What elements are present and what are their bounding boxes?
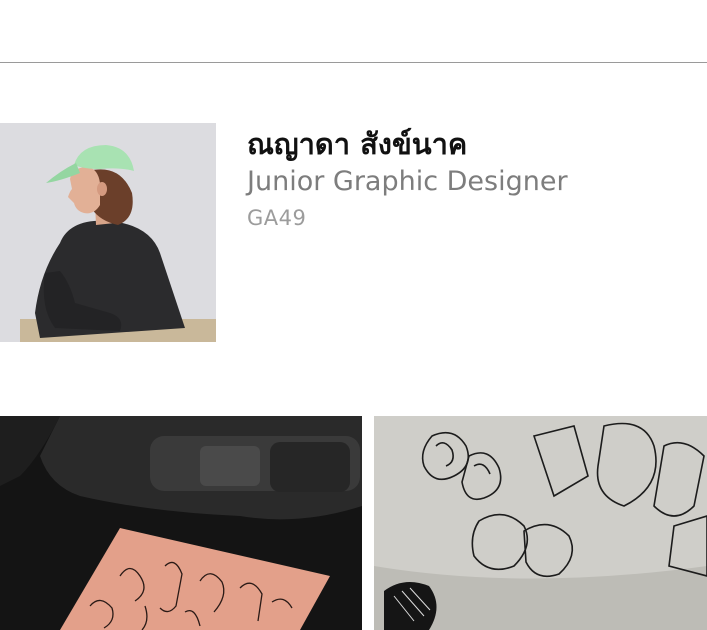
portrait-photo <box>0 123 216 342</box>
designer-name: ณญาดา สังข์นาค <box>247 127 468 161</box>
divider-line <box>0 62 707 63</box>
designer-code: GA49 <box>247 206 307 230</box>
work-photo-sketchbook <box>0 416 362 630</box>
profile-info: ณญาดา สังข์นาค Junior Graphic Designer G… <box>247 124 568 232</box>
designer-role: Junior Graphic Designer <box>247 166 568 197</box>
work-photo-letters <box>374 416 707 630</box>
portfolio-page: ณญาดา สังข์นาค Junior Graphic Designer G… <box>0 0 707 630</box>
